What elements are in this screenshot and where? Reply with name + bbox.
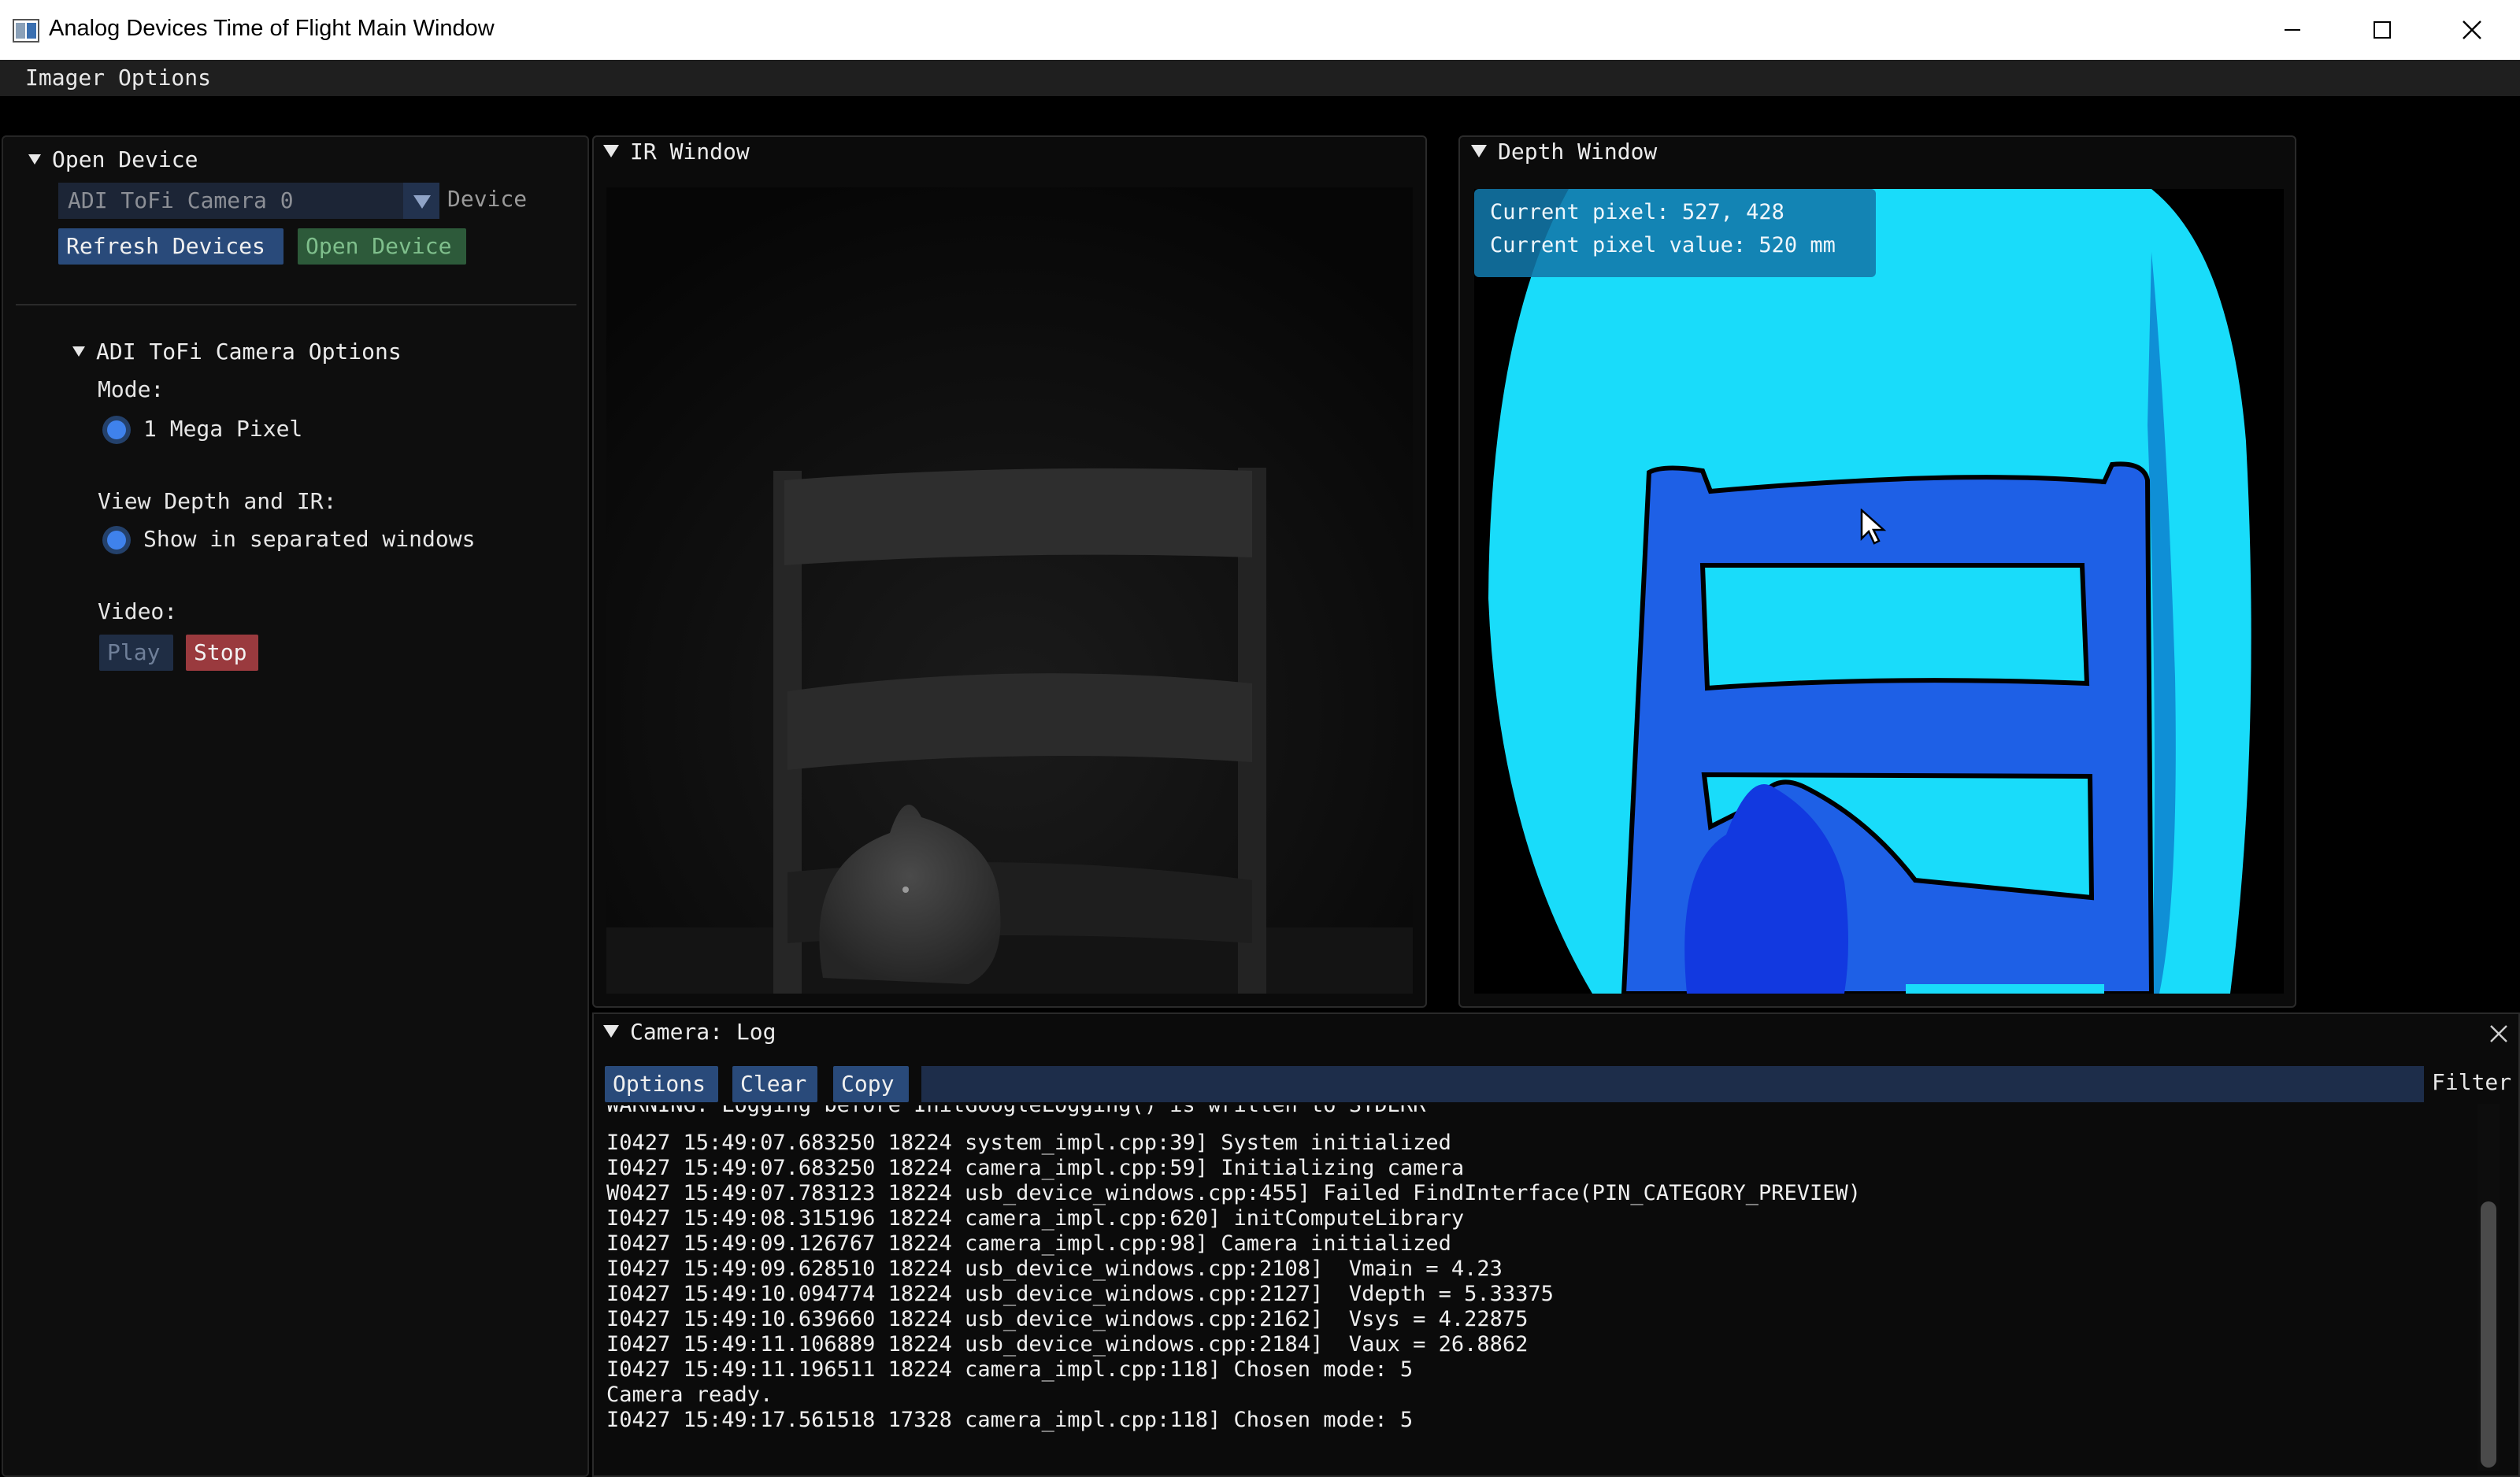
collapse-triangle-icon — [603, 1025, 619, 1038]
dropdown-arrow-button[interactable] — [403, 183, 439, 219]
current-pixel-text: Current pixel: 527, 428 — [1490, 200, 1784, 224]
control-panel: Open Device ADI ToFi Camera 0 Device Ref… — [2, 135, 589, 1477]
close-icon — [2463, 20, 2481, 39]
close-button[interactable] — [2429, 0, 2515, 60]
open-device-header[interactable]: Open Device — [28, 146, 198, 172]
log-clipped-line-clip: WARNING: Logging before InitGoogleLoggin… — [606, 1105, 2465, 1129]
log-line: I0427 15:49:11.196511 18224 camera_impl.… — [606, 1357, 1414, 1382]
log-line: I0427 15:49:08.315196 18224 camera_impl.… — [606, 1206, 1465, 1231]
log-line: I0427 15:49:07.683250 18224 camera_impl.… — [606, 1156, 1465, 1180]
log-line: I0427 15:49:07.683250 18224 system_impl.… — [606, 1131, 1451, 1155]
device-select[interactable]: ADI ToFi Camera 0 — [58, 183, 439, 219]
menu-imager-options[interactable]: Imager Options — [25, 65, 211, 91]
pixel-info-tooltip: Current pixel: 527, 428 Current pixel va… — [1474, 189, 1876, 277]
log-line: W0427 15:49:07.783123 18224 usb_device_w… — [606, 1181, 1862, 1205]
depth-window-title: Depth Window — [1498, 139, 1658, 165]
window-title: Analog Devices Time of Flight Main Windo… — [49, 16, 495, 41]
ir-window-header[interactable]: IR Window — [603, 139, 750, 165]
maximize-icon — [2374, 21, 2391, 39]
maximize-button[interactable] — [2339, 0, 2426, 60]
play-button[interactable]: Play — [99, 635, 173, 671]
log-output: I0427 15:49:07.683250 18224 system_impl.… — [606, 1131, 2465, 1446]
camera-log-title: Camera: Log — [630, 1019, 776, 1045]
device-select-value: ADI ToFi Camera 0 — [68, 187, 294, 213]
ir-window: IR Window — [592, 135, 1427, 1008]
video-label: Video: — [98, 598, 178, 624]
log-copy-button[interactable]: Copy — [833, 1066, 909, 1102]
log-scrollbar[interactable] — [2477, 1104, 2500, 1471]
ir-window-title: IR Window — [630, 139, 750, 165]
camera-options-header[interactable]: ADI ToFi Camera Options — [72, 339, 402, 365]
app-icon — [13, 19, 39, 43]
view-depth-ir-label: View Depth and IR: — [98, 488, 337, 514]
log-line: I0427 15:49:17.561518 17328 camera_impl.… — [606, 1408, 1414, 1432]
log-line: I0427 15:49:09.628510 18224 usb_device_w… — [606, 1257, 1503, 1281]
log-filter-label: Filter — [2432, 1069, 2512, 1095]
log-clipped-line: WARNING: Logging before InitGoogleLoggin… — [606, 1105, 1425, 1118]
current-pixel-value-text: Current pixel value: 520 mm — [1490, 233, 1836, 257]
dropdown-arrow-icon — [413, 195, 431, 209]
depth-window-header[interactable]: Depth Window — [1471, 139, 1657, 165]
collapse-triangle-icon — [603, 145, 619, 157]
log-options-button[interactable]: Options — [605, 1066, 718, 1102]
depth-window: Depth Window Current pixel: 527, 428 Cur… — [1458, 135, 2296, 1008]
mode-label: Mode: — [98, 376, 165, 402]
mode-option-label: 1 Mega Pixel — [143, 416, 303, 442]
collapse-triangle-icon — [72, 346, 85, 357]
open-device-header-label: Open Device — [52, 146, 198, 172]
view-option-label: Show in separated windows — [143, 526, 476, 552]
log-line: I0427 15:49:10.094774 18224 usb_device_w… — [606, 1282, 1554, 1306]
mouse-cursor-icon — [1860, 509, 1887, 545]
log-line: I0427 15:49:10.639660 18224 usb_device_w… — [606, 1307, 1529, 1331]
collapse-triangle-icon — [1471, 145, 1487, 157]
refresh-devices-button[interactable]: Refresh Devices — [58, 228, 284, 265]
log-clear-button[interactable]: Clear — [732, 1066, 817, 1102]
close-icon[interactable] — [2488, 1024, 2509, 1044]
camera-log-header[interactable]: Camera: Log — [603, 1019, 776, 1045]
camera-options-header-label: ADI ToFi Camera Options — [96, 339, 402, 365]
open-device-button[interactable]: Open Device — [298, 228, 466, 265]
section-divider — [16, 304, 576, 305]
ir-image — [606, 187, 1413, 994]
depth-image — [1474, 189, 2284, 994]
minimize-button[interactable] — [2249, 0, 2336, 60]
collapse-triangle-icon — [28, 154, 41, 165]
mode-radio-1mp[interactable] — [102, 416, 131, 444]
log-line: I0427 15:49:09.126767 18224 camera_impl.… — [606, 1231, 1451, 1256]
log-line: I0427 15:49:11.106889 18224 usb_device_w… — [606, 1332, 1529, 1357]
view-radio-separated[interactable] — [102, 526, 131, 554]
log-filter-input[interactable] — [921, 1066, 2424, 1102]
minimize-icon — [2285, 29, 2300, 31]
title-bar: Analog Devices Time of Flight Main Windo… — [0, 0, 2520, 60]
log-line: Camera ready. — [606, 1383, 773, 1407]
stop-button[interactable]: Stop — [186, 635, 258, 671]
device-label: Device — [447, 186, 528, 212]
log-scrollbar-thumb[interactable] — [2481, 1201, 2496, 1468]
menu-bar: Imager Options — [0, 60, 2520, 96]
